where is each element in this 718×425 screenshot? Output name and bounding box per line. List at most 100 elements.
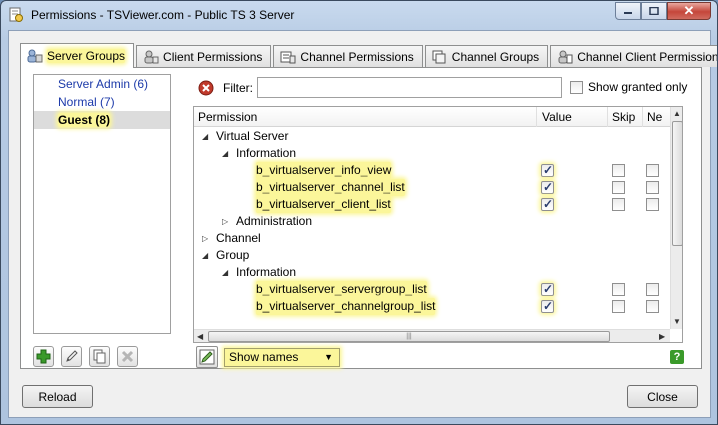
value-checkbox[interactable] xyxy=(541,179,554,196)
negate-checkbox[interactable] xyxy=(646,283,659,296)
scroll-right-icon[interactable]: ▶ xyxy=(659,332,665,341)
skip-checkbox[interactable] xyxy=(612,198,625,211)
column-separator[interactable] xyxy=(536,107,537,127)
title-bar[interactable]: Permissions - TSViewer.com - Public TS 3… xyxy=(1,1,717,29)
vertical-scrollbar[interactable]: ▲ ▼ xyxy=(670,107,682,329)
display-mode-select[interactable]: Show names ▼ xyxy=(224,348,340,367)
edit-pencil-icon xyxy=(199,349,215,365)
filter-input[interactable] xyxy=(257,77,562,98)
negate-checkbox[interactable] xyxy=(646,198,659,211)
negate-checkbox[interactable] xyxy=(646,164,659,177)
client-permissions-icon xyxy=(144,50,159,63)
permission-row[interactable]: b_virtualserver_channelgroup_list xyxy=(194,298,670,315)
tree-node-label: Channel xyxy=(216,231,261,245)
close-window-button[interactable]: ✕ xyxy=(667,2,711,20)
rename-group-button[interactable] xyxy=(61,346,82,367)
group-item-normal[interactable]: Normal (7) xyxy=(34,93,170,111)
tab-channel-client-permissions[interactable]: Channel Client Permissions xyxy=(550,45,718,67)
column-header-permission[interactable]: Permission xyxy=(198,110,257,124)
delete-icon xyxy=(121,350,134,363)
permission-name: b_virtualserver_info_view xyxy=(256,162,392,179)
close-button[interactable]: Close xyxy=(627,385,698,408)
channel-permissions-icon xyxy=(280,51,296,63)
scroll-down-icon[interactable]: ▼ xyxy=(673,317,681,326)
server-group-list[interactable]: Server Admin (6) Normal (7) Guest (8) xyxy=(33,74,171,334)
channel-client-permissions-icon xyxy=(558,50,573,63)
scroll-left-icon[interactable]: ◀ xyxy=(197,332,203,341)
vertical-scroll-thumb[interactable] xyxy=(672,121,682,246)
expanded-arrow-icon[interactable]: ◢ xyxy=(222,264,228,281)
tree-row-administration[interactable]: ▷ Administration xyxy=(194,213,670,230)
expanded-arrow-icon[interactable]: ◢ xyxy=(202,128,208,145)
collapsed-arrow-icon[interactable]: ▷ xyxy=(202,230,208,247)
permission-tools: Show names ▼ ? xyxy=(196,345,686,369)
permission-row[interactable]: b_virtualserver_client_list xyxy=(194,196,670,213)
expanded-arrow-icon[interactable]: ◢ xyxy=(202,247,208,264)
plus-icon xyxy=(36,349,51,364)
close-icon: ✕ xyxy=(683,3,695,18)
tab-label: Client Permissions xyxy=(163,49,263,64)
help-icon[interactable]: ? xyxy=(670,350,684,364)
column-header-negate[interactable]: Ne xyxy=(647,110,662,124)
edit-permission-button[interactable] xyxy=(196,346,218,368)
horizontal-scrollbar[interactable]: ◀ ||| ▶ xyxy=(194,329,670,342)
column-separator[interactable] xyxy=(607,107,608,127)
permission-name: b_virtualserver_channelgroup_list xyxy=(256,298,436,315)
tree-row-information[interactable]: ◢ Information xyxy=(194,145,670,162)
tab-channel-groups[interactable]: Channel Groups xyxy=(424,45,549,67)
group-item-label: Guest (8) xyxy=(58,113,111,127)
tab-client-permissions[interactable]: Client Permissions xyxy=(136,45,272,67)
maximize-icon xyxy=(649,7,659,15)
tab-label: Channel Client Permissions xyxy=(577,49,718,64)
tree-node-label: Group xyxy=(216,248,250,262)
show-granted-checkbox[interactable] xyxy=(570,80,583,94)
collapsed-arrow-icon[interactable]: ▷ xyxy=(222,213,228,230)
delete-group-button[interactable] xyxy=(117,346,138,367)
value-checkbox[interactable] xyxy=(541,196,554,213)
expanded-arrow-icon[interactable]: ◢ xyxy=(222,145,228,162)
negate-checkbox[interactable] xyxy=(646,181,659,194)
permission-row[interactable]: b_virtualserver_channel_list xyxy=(194,179,670,196)
skip-checkbox[interactable] xyxy=(612,181,625,194)
value-checkbox[interactable] xyxy=(541,298,554,315)
minimize-button[interactable] xyxy=(615,2,641,20)
add-group-button[interactable] xyxy=(33,346,54,367)
minimize-icon xyxy=(624,12,632,14)
value-checkbox[interactable] xyxy=(541,162,554,179)
tab-server-groups[interactable]: Server Groups xyxy=(20,43,135,68)
column-header-value[interactable]: Value xyxy=(542,110,572,124)
tab-channel-permissions[interactable]: Channel Permissions xyxy=(273,45,423,67)
horizontal-scroll-thumb[interactable]: ||| xyxy=(208,331,610,342)
column-header-skip[interactable]: Skip xyxy=(612,110,635,124)
tree-node-label: Information xyxy=(236,146,297,160)
server-groups-panel: Server Admin (6) Normal (7) Guest (8) Fi… xyxy=(20,67,702,369)
permission-name: b_virtualserver_channel_list xyxy=(256,179,405,196)
show-granted-only[interactable]: Show granted only xyxy=(570,80,687,94)
window-title: Permissions - TSViewer.com - Public TS 3… xyxy=(31,8,295,22)
group-item-server-admin[interactable]: Server Admin (6) xyxy=(34,75,170,93)
permission-row[interactable]: b_virtualserver_servergroup_list xyxy=(194,281,670,298)
filter-label: Filter: xyxy=(223,81,253,95)
tree-row-information[interactable]: ◢ Information xyxy=(194,264,670,281)
reload-button[interactable]: Reload xyxy=(22,385,93,408)
tree-row-channel[interactable]: ▷ Channel xyxy=(194,230,670,247)
clear-filter-icon[interactable] xyxy=(198,80,214,96)
group-item-guest[interactable]: Guest (8) xyxy=(34,111,170,129)
maximize-button[interactable] xyxy=(641,2,667,20)
permission-tree[interactable]: Permission Value Skip Ne ◢ Virtual Serve… xyxy=(193,106,683,343)
filter-row: Filter: Show granted only xyxy=(196,76,696,100)
copy-group-button[interactable] xyxy=(89,346,110,367)
value-checkbox[interactable] xyxy=(541,281,554,298)
column-separator[interactable] xyxy=(642,107,643,127)
pencil-icon xyxy=(66,350,78,362)
tree-row-group[interactable]: ◢ Group xyxy=(194,247,670,264)
skip-checkbox[interactable] xyxy=(612,300,625,313)
negate-checkbox[interactable] xyxy=(646,300,659,313)
tree-node-label: Administration xyxy=(236,214,313,228)
tree-row-virtual-server[interactable]: ◢ Virtual Server xyxy=(194,128,670,145)
skip-checkbox[interactable] xyxy=(612,164,625,177)
permission-row[interactable]: b_virtualserver_info_view xyxy=(194,162,670,179)
skip-checkbox[interactable] xyxy=(612,283,625,296)
scroll-up-icon[interactable]: ▲ xyxy=(673,109,681,118)
tab-bar: Server Groups Client Permissions Channel… xyxy=(20,43,718,68)
